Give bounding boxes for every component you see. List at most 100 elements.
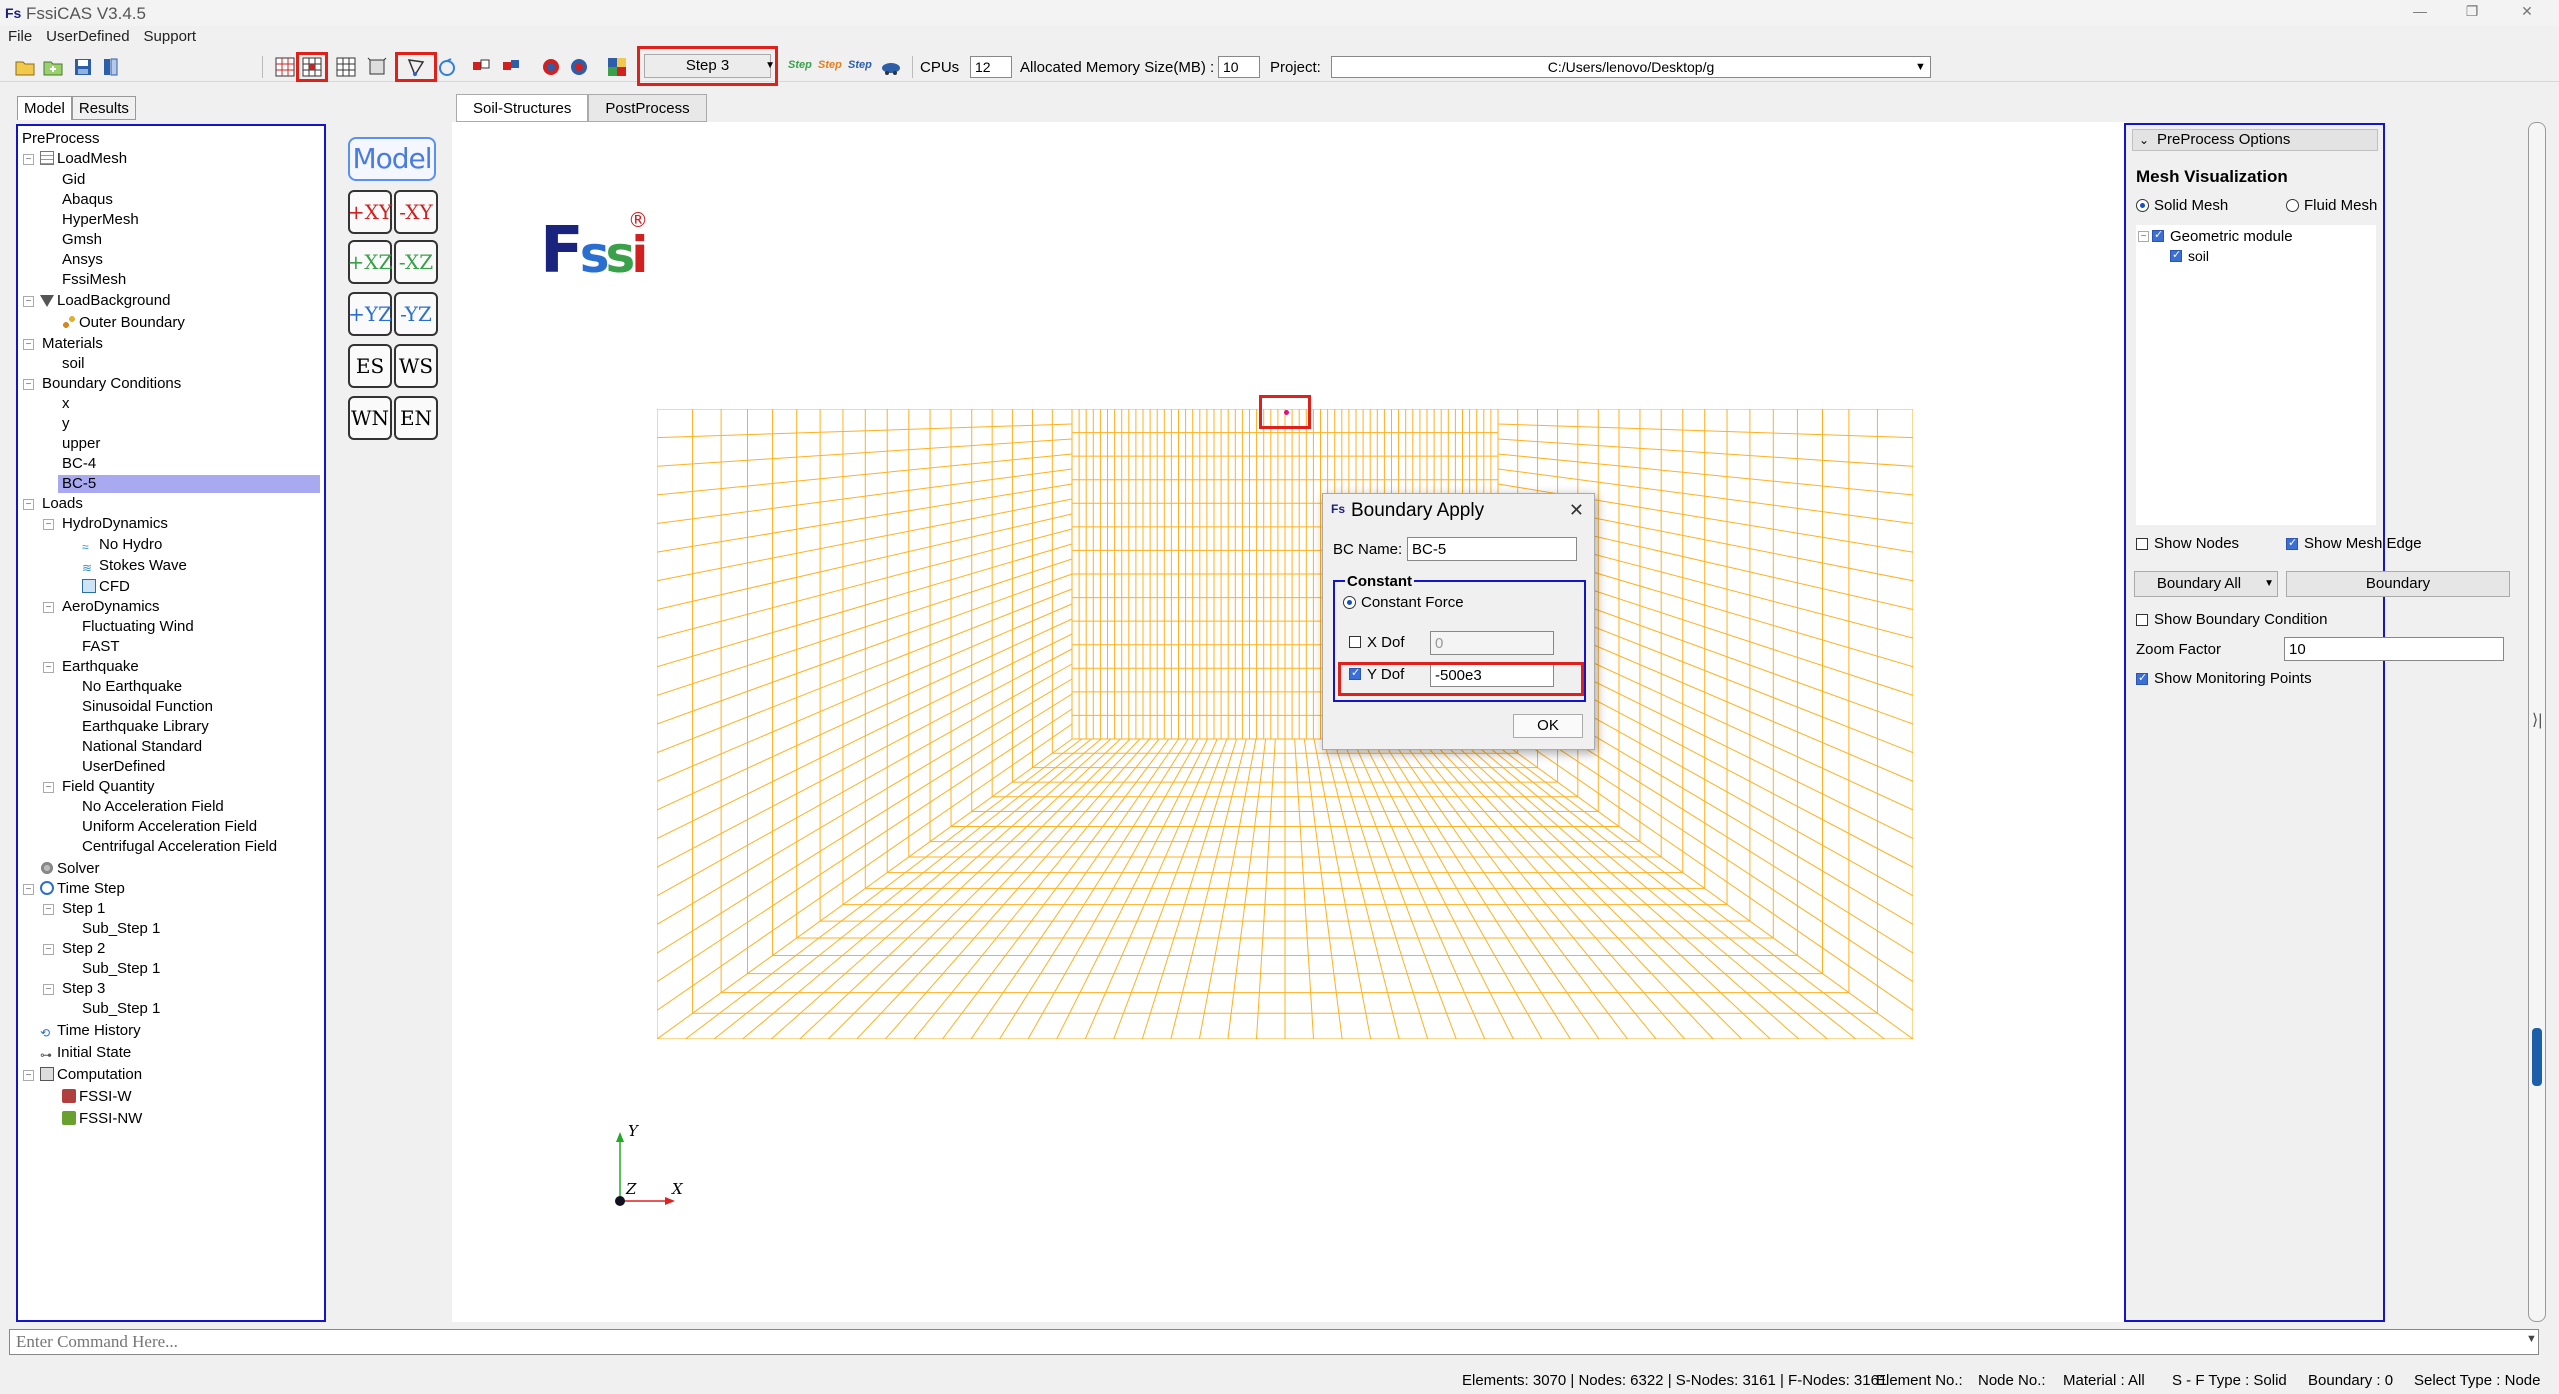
xdof-checkbox[interactable] [1349, 636, 1361, 648]
tree-item-loadmesh[interactable]: LoadMesh [40, 150, 127, 168]
tree-item-abaqus[interactable]: Abaqus [62, 191, 113, 209]
globe-red-icon[interactable] [538, 55, 564, 79]
tree-item-aerodynamics[interactable]: AeroDynamics [62, 598, 160, 616]
selected-node-marker[interactable] [1259, 395, 1311, 429]
expand-icon[interactable]: − [43, 602, 54, 613]
preprocess-options-header[interactable]: ⌄ PreProcess Options [2132, 129, 2378, 151]
expand-icon[interactable]: − [23, 499, 34, 510]
show-nodes-checkbox[interactable] [2136, 538, 2148, 550]
tree-item-uniform-acceleration-field[interactable]: Uniform Acceleration Field [82, 818, 257, 836]
plus-yz-view-button[interactable]: +YZ [348, 292, 392, 336]
globe-blue-icon[interactable] [566, 55, 592, 79]
book-icon[interactable] [98, 55, 124, 79]
tree-item-no-acceleration-field[interactable]: No Acceleration Field [82, 798, 224, 816]
ws-view-button[interactable]: WS [394, 344, 438, 388]
tree-item-no-earthquake[interactable]: No Earthquake [82, 678, 182, 696]
tree-item-soil[interactable]: soil [62, 355, 85, 373]
mesh-grid-icon[interactable] [333, 55, 359, 79]
mesh-grid-red-icon[interactable] [272, 55, 298, 79]
step-pause-icon[interactable]: Step [818, 59, 842, 71]
tree-item-fluctuating-wind[interactable]: Fluctuating Wind [82, 618, 194, 636]
tree-item-fssi-w[interactable]: FSSI-W [62, 1088, 132, 1106]
tree-item-bc-upper[interactable]: upper [62, 435, 100, 453]
boundary-button[interactable]: Boundary [2286, 571, 2510, 597]
tab-postprocess[interactable]: PostProcess [588, 94, 707, 122]
tree-item-earthquake-library[interactable]: Earthquake Library [82, 718, 209, 736]
expand-icon[interactable]: − [23, 379, 34, 390]
constant-force-radio[interactable] [1343, 596, 1356, 609]
expand-icon[interactable]: − [43, 904, 54, 915]
expand-icon[interactable]: − [43, 944, 54, 955]
tree-item-sub-step[interactable]: Sub_Step 1 [82, 960, 160, 978]
tree-item-step-3[interactable]: Step 3 [62, 980, 105, 998]
expand-icon[interactable]: − [43, 782, 54, 793]
en-view-button[interactable]: EN [394, 396, 438, 440]
tree-item-time-step[interactable]: Time Step [40, 880, 125, 898]
command-dropdown-icon[interactable]: ▼ [2526, 1333, 2537, 1345]
geometric-module-checkbox[interactable] [2152, 228, 2164, 242]
minus-xz-view-button[interactable]: -XZ [394, 240, 438, 284]
tree-item-fssimesh[interactable]: FssiMesh [62, 271, 126, 289]
plus-xy-view-button[interactable]: +XY [348, 190, 392, 234]
tree-item-boundary-conditions[interactable]: Boundary Conditions [42, 375, 181, 393]
command-input[interactable] [9, 1329, 2539, 1355]
tree-item-cfd[interactable]: CFD [82, 578, 130, 596]
soil-checkbox[interactable] [2170, 248, 2182, 262]
tree-item-stokes-wave[interactable]: ≋ Stokes Wave [82, 557, 187, 575]
expand-icon[interactable]: − [23, 884, 34, 895]
model-view-button[interactable]: Model [348, 137, 436, 181]
tree-item-field-quantity[interactable]: Field Quantity [62, 778, 155, 796]
step-compute-icon[interactable]: Step [848, 59, 872, 71]
show-boundary-condition-checkbox[interactable] [2136, 614, 2148, 626]
close-window-icon[interactable]: ✕ [2512, 3, 2542, 20]
expand-icon[interactable]: − [43, 519, 54, 530]
ok-button[interactable]: OK [1513, 714, 1583, 738]
minimize-icon[interactable]: — [2405, 3, 2435, 19]
step-select[interactable]: Step 3 ▼ [637, 46, 778, 86]
maximize-icon[interactable]: ❐ [2457, 3, 2487, 20]
tree-item-bc-4[interactable]: BC-4 [62, 455, 96, 473]
boundary-all-select[interactable]: Boundary All ▼ [2134, 571, 2278, 597]
tree-item-initial-state[interactable]: ⊶ Initial State [40, 1044, 131, 1062]
xdof-input[interactable] [1430, 631, 1554, 655]
menu-file[interactable]: File [8, 28, 32, 50]
tab-model[interactable]: Model [17, 96, 72, 120]
tree-item-hypermesh[interactable]: HyperMesh [62, 211, 139, 229]
tree-item-preprocess[interactable]: PreProcess [22, 130, 100, 148]
tab-results[interactable]: Results [71, 96, 136, 120]
close-icon[interactable]: ✕ [1569, 500, 1584, 521]
tree-item-bc-5[interactable]: BC-5 [58, 475, 320, 493]
show-monitoring-points-checkbox[interactable] [2136, 671, 2148, 685]
bc-name-input[interactable] [1407, 537, 1577, 561]
mesh-grid-node-icon[interactable] [296, 52, 328, 82]
fluid-mesh-radio[interactable] [2286, 199, 2299, 212]
tree-item-centrifugal-acceleration-field[interactable]: Centrifugal Acceleration Field [82, 838, 277, 856]
expand-icon[interactable]: − [23, 339, 34, 350]
tree-item-userdefined[interactable]: UserDefined [82, 758, 165, 776]
menu-support[interactable]: Support [144, 28, 197, 50]
cpus-input[interactable] [970, 56, 1012, 78]
tree-item-sub-step[interactable]: Sub_Step 1 [82, 1000, 160, 1018]
minus-yz-view-button[interactable]: -YZ [394, 292, 438, 336]
plus-xz-view-button[interactable]: +XZ [348, 240, 392, 284]
step-run-icon[interactable]: Step [788, 59, 812, 71]
memory-input[interactable] [1218, 56, 1260, 78]
tree-item-solver[interactable]: Solver [40, 860, 100, 878]
tree-item-sinusoidal-function[interactable]: Sinusoidal Function [82, 698, 213, 716]
expand-icon[interactable]: − [23, 1070, 34, 1081]
open-folder-icon[interactable] [12, 55, 38, 79]
expand-icon[interactable]: − [2138, 231, 2149, 242]
tree-item-step-1[interactable]: Step 1 [62, 900, 105, 918]
wn-view-button[interactable]: WN [348, 396, 392, 440]
expand-icon[interactable]: − [23, 154, 34, 165]
rotate-view-icon[interactable] [434, 55, 460, 79]
tree-item-earthquake[interactable]: Earthquake [62, 658, 139, 676]
boundary-pick-icon[interactable] [395, 52, 437, 82]
project-dropdown-icon[interactable]: ▼ [1915, 61, 1926, 73]
expand-icon[interactable]: − [43, 984, 54, 995]
tree-item-loads[interactable]: Loads [42, 495, 83, 513]
tree-item-hydrodynamics[interactable]: HydroDynamics [62, 515, 168, 533]
tree-item-no-hydro[interactable]: ≈ No Hydro [82, 536, 162, 554]
solid-mesh-radio[interactable] [2136, 199, 2149, 212]
cloud-car-icon[interactable] [878, 55, 904, 79]
